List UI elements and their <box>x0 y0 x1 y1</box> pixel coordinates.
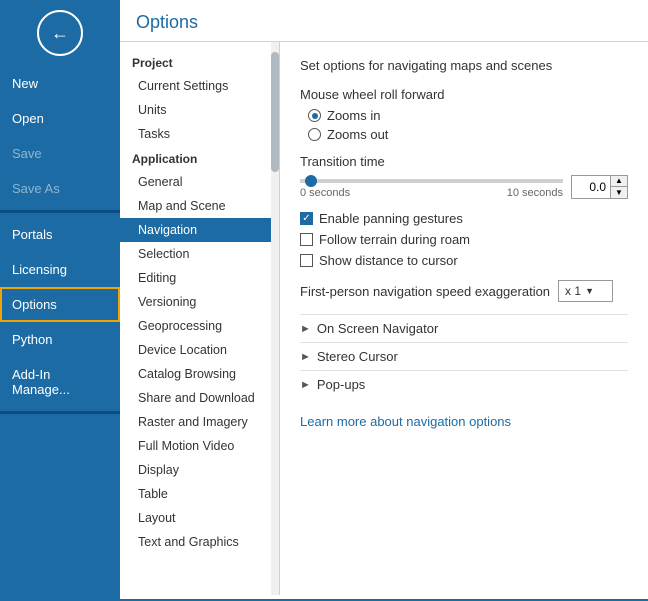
mouse-wheel-label: Mouse wheel roll forward <box>300 87 628 102</box>
nav-item-display[interactable]: Display <box>120 458 279 482</box>
sidebar-item-portals[interactable]: Portals <box>0 217 120 252</box>
settings-panel: Set options for navigating maps and scen… <box>280 42 648 595</box>
spin-box[interactable]: 0.0 ▲ ▼ <box>571 175 628 199</box>
follow-terrain-label: Follow terrain during roam <box>319 232 470 247</box>
on-screen-navigator-item[interactable]: ► On Screen Navigator <box>300 314 628 342</box>
sidebar-item-options[interactable]: Options <box>0 287 120 322</box>
show-distance-item[interactable]: Show distance to cursor <box>300 253 628 268</box>
slider-labels: 0 seconds 10 seconds <box>300 187 563 199</box>
spin-down-arrow[interactable]: ▼ <box>611 187 627 198</box>
nav-item-full-motion-video[interactable]: Full Motion Video <box>120 434 279 458</box>
nav-item-device-location[interactable]: Device Location <box>120 338 279 362</box>
first-person-row: First-person navigation speed exaggerati… <box>300 280 628 302</box>
slider-max-label: 10 seconds <box>507 187 563 199</box>
sidebar-item-python[interactable]: Python <box>0 322 120 357</box>
nav-item-units[interactable]: Units <box>120 98 279 122</box>
nav-item-selection[interactable]: Selection <box>120 242 279 266</box>
sidebar-item-addin[interactable]: Add-In Manage... <box>0 357 120 407</box>
follow-terrain-checkbox[interactable] <box>300 233 313 246</box>
learn-more-section: Learn more about navigation options <box>300 414 628 429</box>
nav-scrollbar-thumb[interactable] <box>271 52 279 172</box>
enable-panning-label: Enable panning gestures <box>319 211 463 226</box>
sidebar-divider-2 <box>0 411 120 414</box>
slider-thumb[interactable] <box>305 175 317 187</box>
sidebar-item-save-as: Save As <box>0 171 120 206</box>
show-distance-checkbox[interactable] <box>300 254 313 267</box>
zoom-out-radio-circle[interactable] <box>308 128 321 141</box>
nav-item-geoprocessing[interactable]: Geoprocessing <box>120 314 279 338</box>
zoom-in-label: Zooms in <box>327 108 380 123</box>
transition-time-label: Transition time <box>300 154 628 169</box>
zoom-in-radio-circle[interactable] <box>308 109 321 122</box>
nav-panel: Project Current Settings Units Tasks App… <box>120 42 280 595</box>
options-title: Options <box>120 0 648 42</box>
nav-item-table[interactable]: Table <box>120 482 279 506</box>
checkboxes-group: Enable panning gestures Follow terrain d… <box>300 211 628 268</box>
project-section-title: Project <box>120 50 279 74</box>
nav-scrollbar[interactable] <box>271 42 279 595</box>
sidebar-menu: New Open Save Save As Portals Licensing … <box>0 66 120 418</box>
pop-ups-label: Pop-ups <box>317 377 365 392</box>
content-area: Project Current Settings Units Tasks App… <box>120 42 648 595</box>
dropdown-arrow-icon: ▼ <box>585 286 594 296</box>
zoom-out-label: Zooms out <box>327 127 388 142</box>
sidebar-item-licensing[interactable]: Licensing <box>0 252 120 287</box>
nav-item-general[interactable]: General <box>120 170 279 194</box>
main-area: Options Project Current Settings Units T… <box>120 0 648 601</box>
spin-value[interactable]: 0.0 <box>572 176 610 198</box>
transition-time-group: Transition time 0 seconds 10 seconds <box>300 154 628 199</box>
nav-item-raster-and-imagery[interactable]: Raster and Imagery <box>120 410 279 434</box>
app-container: ← New Open Save Save As Portals Licensin… <box>0 0 648 601</box>
nav-item-navigation[interactable]: Navigation <box>120 218 279 242</box>
slider-min-label: 0 seconds <box>300 187 350 199</box>
nav-item-share-and-download[interactable]: Share and Download <box>120 386 279 410</box>
back-arrow-icon: ← <box>51 24 69 42</box>
settings-description: Set options for navigating maps and scen… <box>300 58 628 73</box>
application-section-title: Application <box>120 146 279 170</box>
nav-item-catalog-browsing[interactable]: Catalog Browsing <box>120 362 279 386</box>
expand-icon-stereo: ► <box>300 351 311 363</box>
nav-item-current-settings[interactable]: Current Settings <box>120 74 279 98</box>
spin-up-arrow[interactable]: ▲ <box>611 176 627 187</box>
enable-panning-checkbox[interactable] <box>300 212 313 225</box>
back-button[interactable]: ← <box>37 10 83 56</box>
transition-row: 0 seconds 10 seconds 0.0 ▲ ▼ <box>300 175 628 199</box>
first-person-dropdown[interactable]: x 1 ▼ <box>558 280 613 302</box>
stereo-cursor-item[interactable]: ► Stereo Cursor <box>300 342 628 370</box>
sidebar-item-save: Save <box>0 136 120 171</box>
nav-item-editing[interactable]: Editing <box>120 266 279 290</box>
mouse-wheel-group: Mouse wheel roll forward Zooms in Zooms … <box>300 87 628 142</box>
first-person-value: x 1 <box>565 284 581 298</box>
spin-arrows: ▲ ▼ <box>610 176 627 198</box>
nav-item-tasks[interactable]: Tasks <box>120 122 279 146</box>
nav-item-text-and-graphics[interactable]: Text and Graphics <box>120 530 279 554</box>
stereo-cursor-label: Stereo Cursor <box>317 349 398 364</box>
enable-panning-item[interactable]: Enable panning gestures <box>300 211 628 226</box>
slider-track[interactable] <box>300 179 563 183</box>
expand-icon-navigator: ► <box>300 323 311 335</box>
first-person-label: First-person navigation speed exaggerati… <box>300 284 550 299</box>
sidebar-item-new[interactable]: New <box>0 66 120 101</box>
nav-item-versioning[interactable]: Versioning <box>120 290 279 314</box>
expand-icon-popups: ► <box>300 379 311 391</box>
learn-more-link[interactable]: Learn more about navigation options <box>300 414 511 429</box>
sidebar-item-open[interactable]: Open <box>0 101 120 136</box>
zoom-in-radio-item[interactable]: Zooms in <box>308 108 628 123</box>
sidebar: ← New Open Save Save As Portals Licensin… <box>0 0 120 601</box>
sidebar-divider-1 <box>0 210 120 213</box>
follow-terrain-item[interactable]: Follow terrain during roam <box>300 232 628 247</box>
on-screen-navigator-label: On Screen Navigator <box>317 321 438 336</box>
mouse-wheel-radio-group: Zooms in Zooms out <box>308 108 628 142</box>
pop-ups-item[interactable]: ► Pop-ups <box>300 370 628 398</box>
zoom-out-radio-item[interactable]: Zooms out <box>308 127 628 142</box>
show-distance-label: Show distance to cursor <box>319 253 458 268</box>
nav-item-map-and-scene[interactable]: Map and Scene <box>120 194 279 218</box>
nav-item-layout[interactable]: Layout <box>120 506 279 530</box>
slider-area: 0 seconds 10 seconds <box>300 175 563 199</box>
